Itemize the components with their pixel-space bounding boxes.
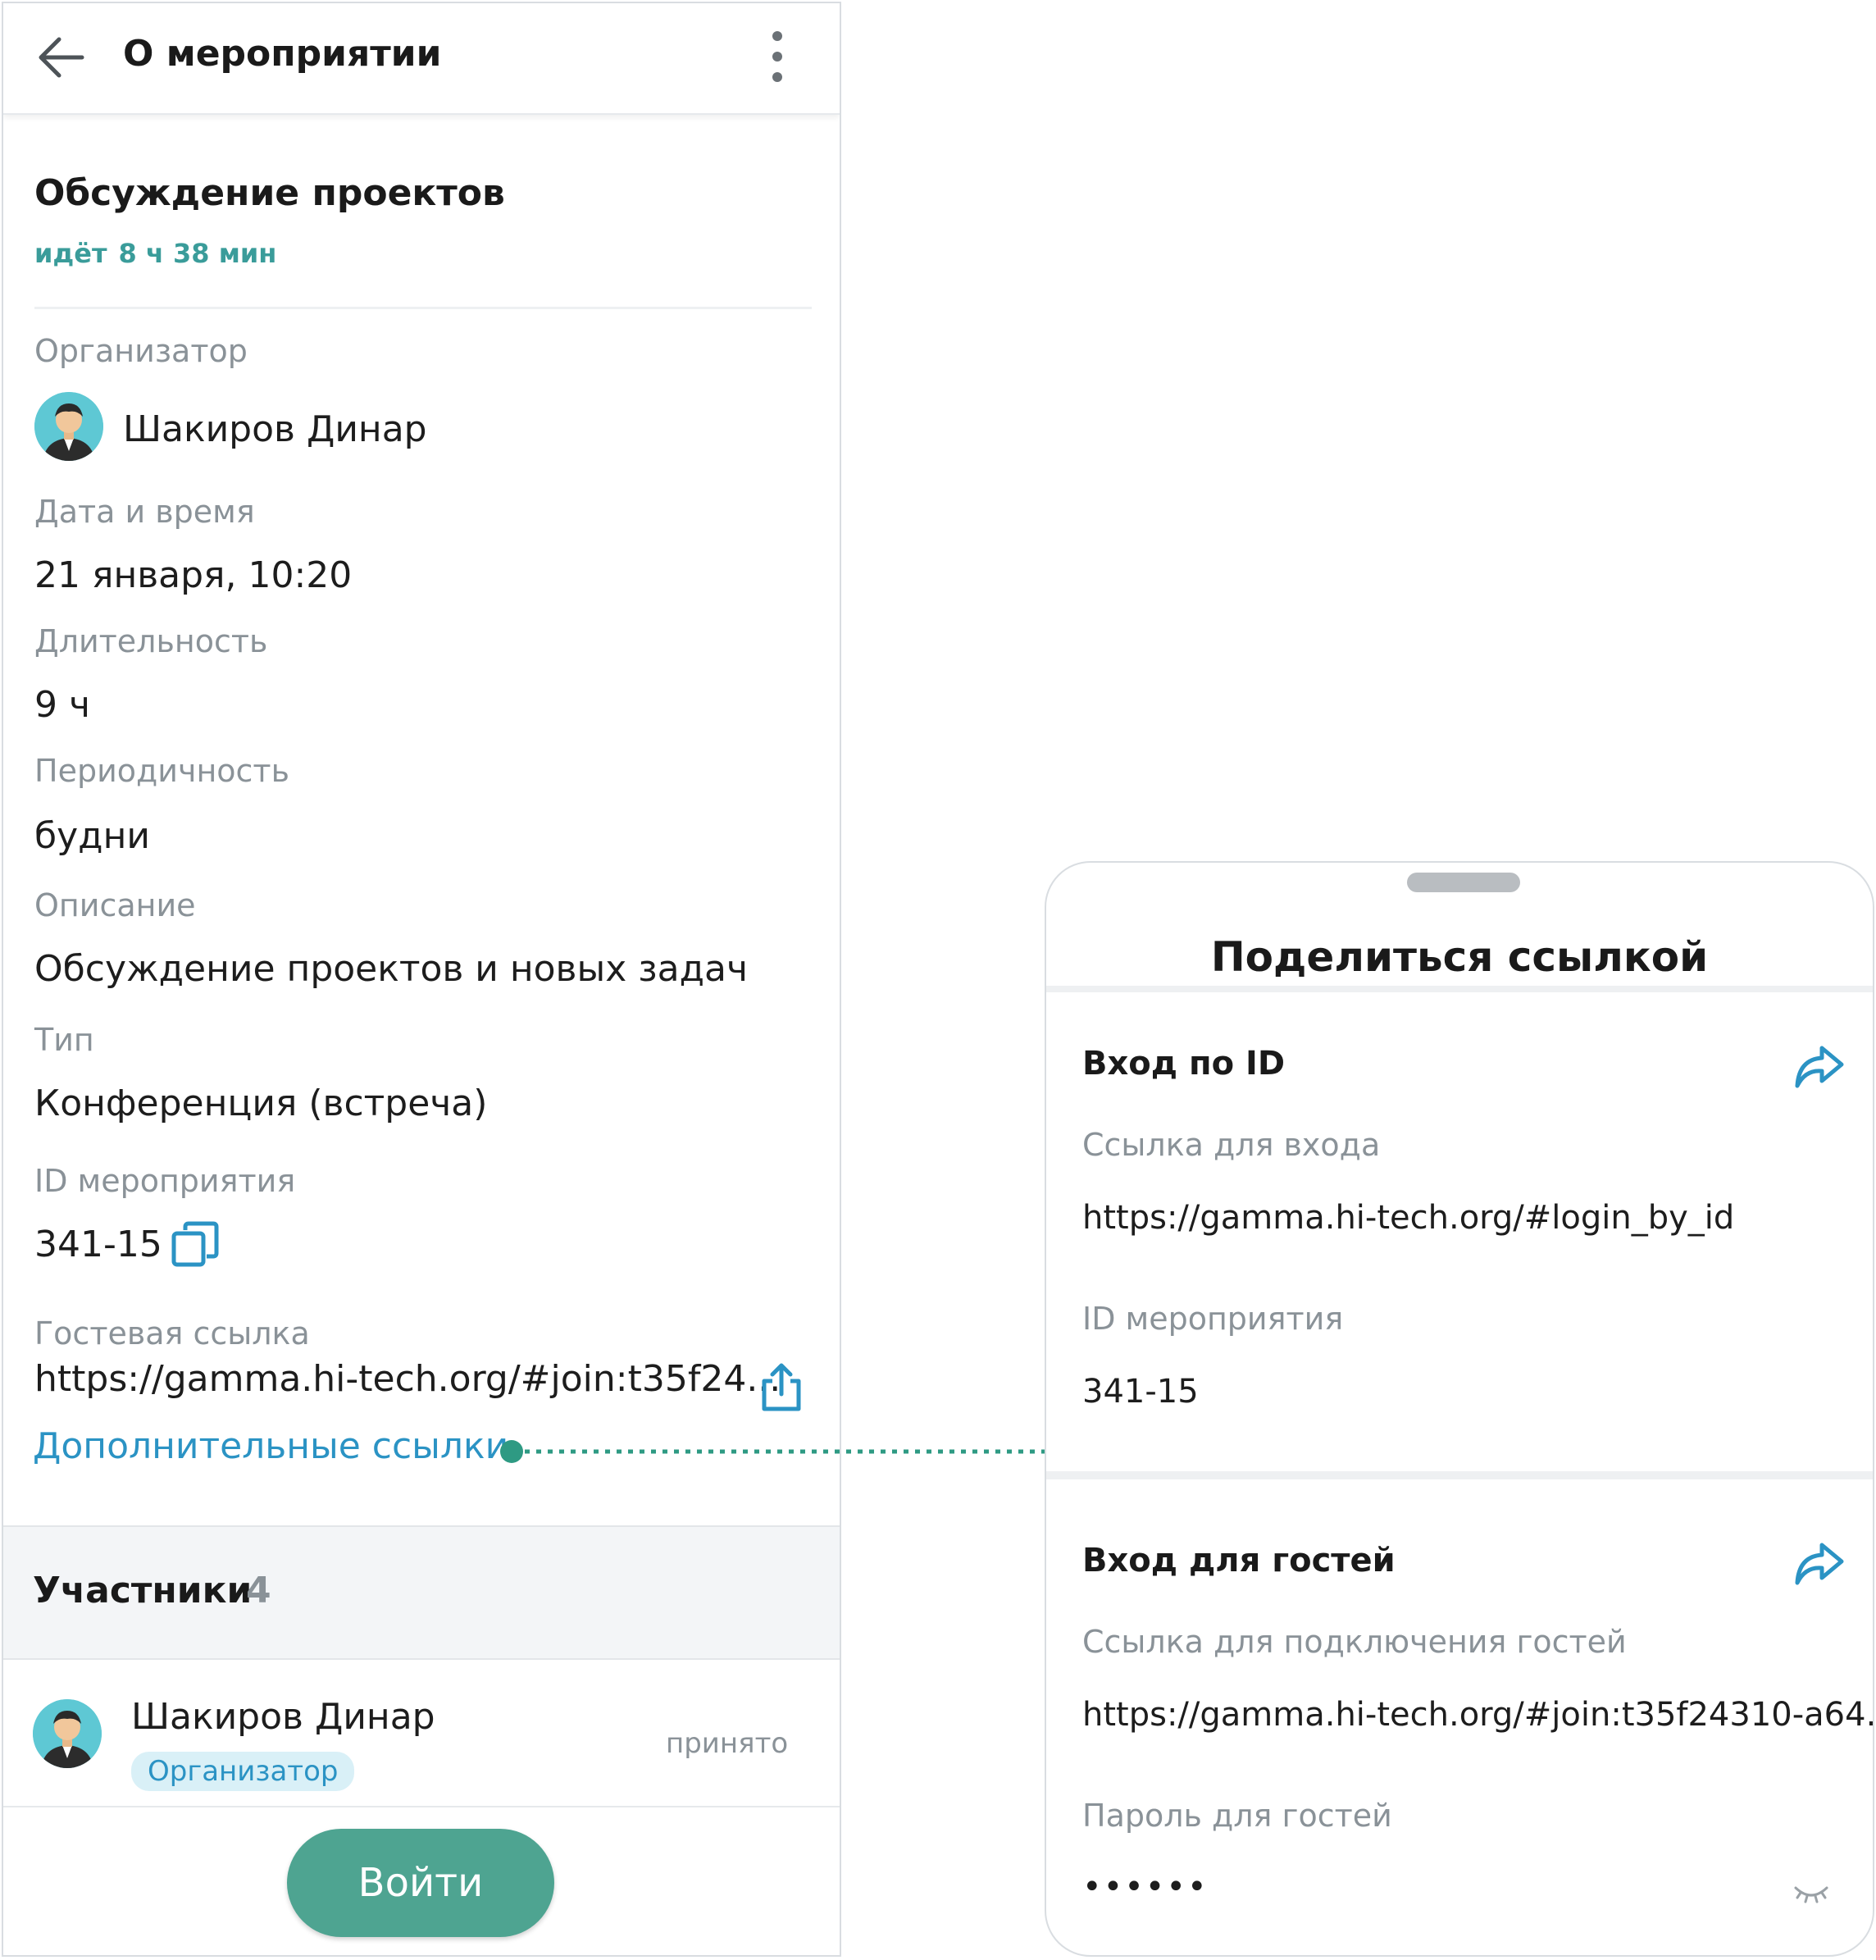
- role-badge: Организатор: [131, 1752, 355, 1791]
- recurrence-value: будни: [34, 815, 150, 857]
- avatar: [33, 1699, 102, 1768]
- type-value: Конференция (встреча): [34, 1083, 488, 1124]
- duration-label: Длительность: [34, 623, 268, 659]
- avatar: [34, 392, 103, 461]
- event-id-value: 341-15: [1082, 1373, 1199, 1411]
- copy-icon[interactable]: [171, 1220, 220, 1269]
- guest-password-value: ••••••: [1082, 1868, 1209, 1906]
- person-avatar-icon: [34, 392, 103, 461]
- login-by-id-title: Вход по ID: [1082, 1045, 1286, 1083]
- participants-header[interactable]: Участники 4: [3, 1525, 840, 1660]
- share-upload-icon[interactable]: [758, 1361, 805, 1414]
- guest-link-label: Гостевая ссылка: [34, 1315, 310, 1351]
- arrow-left-icon[interactable]: [36, 34, 85, 80]
- event-id-value: 341-15: [34, 1224, 162, 1265]
- guest-link-label: Ссылка для подключения гостей: [1082, 1624, 1627, 1660]
- callout-connector: [500, 1440, 1050, 1463]
- eye-closed-icon[interactable]: [1792, 1881, 1830, 1906]
- share-forward-icon[interactable]: [1792, 1042, 1846, 1091]
- type-label: Тип: [34, 1022, 94, 1058]
- participants-count: 4: [246, 1570, 271, 1611]
- share-link-sheet: Поделиться ссылкой Вход по ID Ссылка для…: [1045, 861, 1874, 1957]
- login-link-value: https://gamma.hi-tech.org/#login_by_id: [1082, 1199, 1735, 1237]
- sheet-drag-handle[interactable]: [1407, 873, 1520, 892]
- screen-title: О мероприятии: [123, 33, 442, 75]
- additional-links-link[interactable]: Дополнительные ссылки: [33, 1425, 508, 1467]
- event-title: Обсуждение проектов: [34, 172, 505, 214]
- datetime-label: Дата и время: [34, 494, 255, 530]
- participants-title: Участники: [33, 1570, 253, 1611]
- divider: [34, 307, 812, 309]
- participant-row[interactable]: Шакиров Динар Организатор принято: [3, 1661, 840, 1807]
- guest-login-title: Вход для гостей: [1082, 1542, 1396, 1579]
- recurrence-label: Периодичность: [34, 753, 289, 789]
- divider: [1046, 986, 1873, 992]
- description-value: Обсуждение проектов и новых задач: [34, 948, 748, 990]
- event-details-screen: О мероприятии Обсуждение проектов идёт 8 …: [2, 2, 841, 1957]
- description-label: Описание: [34, 887, 196, 923]
- participant-status: принято: [666, 1727, 789, 1760]
- join-button[interactable]: Войти: [287, 1829, 554, 1937]
- guest-password-label: Пароль для гостей: [1082, 1798, 1392, 1834]
- event-id-label: ID мероприятия: [34, 1163, 296, 1199]
- login-link-label: Ссылка для входа: [1082, 1127, 1381, 1163]
- sheet-title: Поделиться ссылкой: [1210, 933, 1709, 981]
- event-id-label: ID мероприятия: [1082, 1301, 1344, 1337]
- guest-link-value: https://gamma.hi-tech.org/#join:t35f24..…: [34, 1358, 781, 1400]
- elapsed-time: 8 ч 38 мин: [118, 238, 277, 269]
- organizer-name[interactable]: Шакиров Динар: [123, 408, 427, 450]
- share-forward-icon[interactable]: [1792, 1538, 1846, 1588]
- top-app-bar: О мероприятии: [3, 3, 840, 115]
- duration-value: 9 ч: [34, 684, 90, 726]
- event-status: идёт 8 ч 38 мин: [34, 238, 276, 269]
- datetime-value: 21 января, 10:20: [34, 554, 353, 596]
- divider: [1046, 1471, 1873, 1479]
- guest-link-value: https://gamma.hi-tech.org/#join:t35f2431…: [1082, 1696, 1874, 1734]
- organizer-label: Организатор: [34, 333, 248, 369]
- more-vertical-icon[interactable]: [766, 28, 789, 85]
- participant-name: Шакиров Динар: [131, 1696, 435, 1738]
- person-avatar-icon: [33, 1699, 102, 1768]
- status-text: идёт: [34, 238, 107, 269]
